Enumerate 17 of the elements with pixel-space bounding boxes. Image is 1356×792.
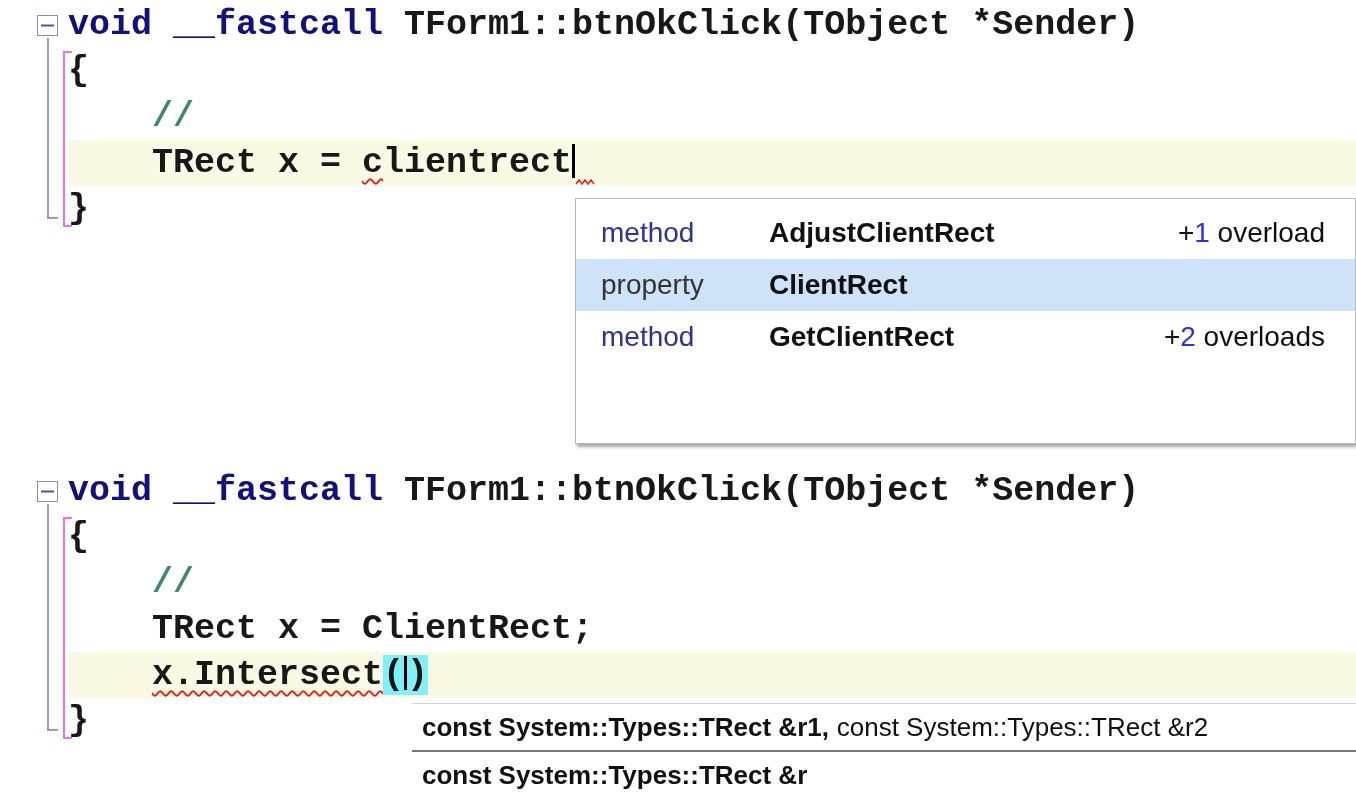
- parameter-text: const System::Types::TRect &r: [422, 760, 808, 790]
- collapse-icon[interactable]: [37, 15, 58, 36]
- code-line: }: [68, 700, 89, 743]
- code-line: void __fastcall TForm1::btnOkClick(TObject *Sender): [68, 4, 1140, 47]
- completion-item[interactable]: method GetClientRect +2 overloads: [576, 311, 1355, 363]
- code-line: {: [68, 50, 89, 93]
- code-line: //: [151, 96, 194, 139]
- parameter-text: const System::Types::TRect &r1,: [422, 712, 829, 742]
- code-line: {: [68, 516, 89, 559]
- collapse-icon[interactable]: [37, 481, 58, 502]
- code-line: //: [151, 562, 194, 605]
- code-line: }: [68, 188, 89, 231]
- code-line: void __fastcall TForm1::btnOkClick(TObject *Sender): [68, 470, 1140, 513]
- completion-item[interactable]: property ClientRect: [576, 259, 1355, 311]
- completion-item[interactable]: method AdjustClientRect +1 overload: [576, 207, 1355, 259]
- code-line: TRect x = ClientRect;: [151, 608, 594, 651]
- parameter-text: const System::Types::TRect &r2: [836, 712, 1209, 742]
